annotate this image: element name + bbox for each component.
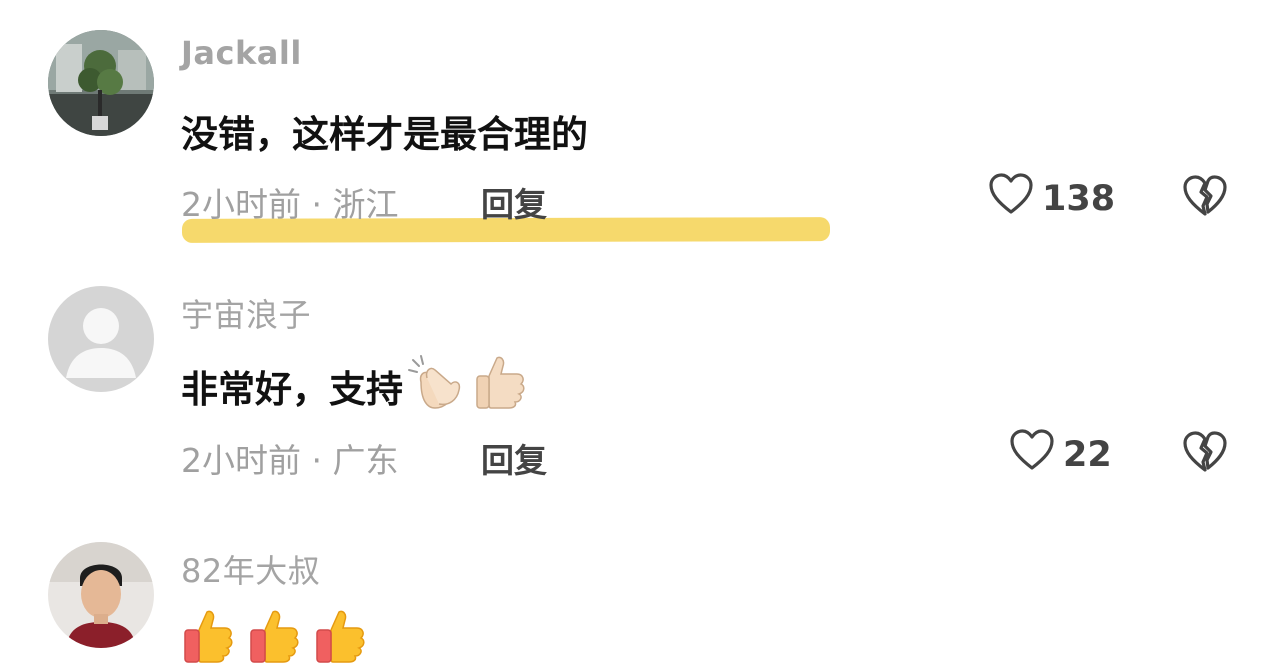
thumbs-up-icon <box>313 608 367 668</box>
comment-item: 82年大叔 <box>0 520 1280 668</box>
dislike-button[interactable] <box>1182 174 1228 222</box>
reply-button[interactable]: 回复 <box>481 434 547 482</box>
comment-meta: 2小时前 · 浙江 <box>181 185 399 224</box>
heart-outline-icon <box>1009 428 1055 481</box>
comment-text: 没错，这样才是最合理的 <box>181 113 588 156</box>
comment-username[interactable]: 82年大叔 <box>181 546 320 592</box>
comment-item: 宇宙浪子 非常好，支持 2小时前 · 广东 回复 22 <box>0 260 1280 520</box>
broken-heart-icon <box>1182 175 1228 222</box>
like-count: 138 <box>1042 178 1116 219</box>
thumbs-up-icon <box>247 608 301 668</box>
comment-username[interactable]: 宇宙浪子 <box>181 290 311 336</box>
comment-meta: 2小时前 · 广东 <box>181 441 399 480</box>
comment-list: Jackall 没错，这样才是最合理的 2小时前 · 浙江 回复 138 宇宙浪… <box>0 0 1280 668</box>
broken-heart-icon <box>1182 431 1228 478</box>
comment-text-row: 非常好，支持 <box>181 352 527 419</box>
thumbs-up-icon <box>471 352 527 419</box>
avatar[interactable] <box>48 286 154 392</box>
comment-username[interactable]: Jackall <box>181 34 302 72</box>
heart-outline-icon <box>988 172 1034 225</box>
avatar[interactable] <box>48 30 154 136</box>
clapping-hands-icon <box>407 352 467 419</box>
dislike-button[interactable] <box>1182 430 1228 478</box>
comment-text: 非常好，支持 <box>181 367 403 411</box>
reply-button[interactable]: 回复 <box>481 178 547 226</box>
like-button[interactable]: 22 <box>1009 428 1112 481</box>
comment-item: Jackall 没错，这样才是最合理的 2小时前 · 浙江 回复 138 <box>0 0 1280 260</box>
avatar[interactable] <box>48 542 154 648</box>
like-count: 22 <box>1063 434 1112 475</box>
thumbs-up-icon <box>181 608 235 668</box>
comment-emoji-row <box>181 608 367 668</box>
like-button[interactable]: 138 <box>988 172 1115 225</box>
